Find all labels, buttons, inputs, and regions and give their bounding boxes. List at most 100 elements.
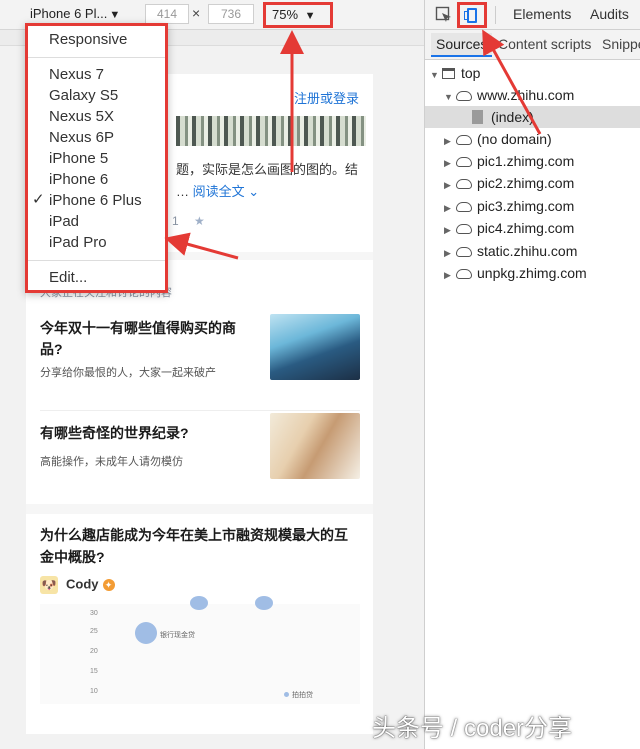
device-toolbar-toggle[interactable] xyxy=(457,2,487,28)
tab-elements[interactable]: Elements xyxy=(513,6,571,22)
chart-tick-label: 30 xyxy=(90,610,98,617)
expand-arrow-icon[interactable]: ▶ xyxy=(444,264,456,286)
tree-item-label: (no domain) xyxy=(477,131,552,147)
tab-audits[interactable]: Audits xyxy=(590,6,629,22)
width-input[interactable]: 414 xyxy=(145,4,189,24)
dropdown-item[interactable]: Nexus 7 xyxy=(49,64,104,85)
excerpt-line: 题，实际是怎么画图的图的。结 xyxy=(176,162,359,177)
chart-tick-label: 10 xyxy=(90,688,98,695)
question-title: 有哪些奇怪的世界纪录? xyxy=(40,425,189,441)
cloud-icon xyxy=(456,157,472,167)
dropdown-item[interactable]: Nexus 6P xyxy=(49,127,114,148)
height-input[interactable]: 736 xyxy=(208,4,254,24)
chart-bubble xyxy=(190,596,208,610)
expand-arrow-icon[interactable]: ▶ xyxy=(444,242,456,264)
expand-arrow-icon[interactable]: ▶ xyxy=(444,219,456,241)
tab-sources[interactable]: Sources xyxy=(431,33,493,57)
expand-arrow-icon[interactable]: ▶ xyxy=(444,174,456,196)
dropdown-item[interactable]: Edit... xyxy=(49,267,87,288)
star-icon[interactable]: ★ xyxy=(194,214,205,228)
cloud-icon xyxy=(456,247,472,257)
zoom-label: 75% xyxy=(272,7,299,22)
article-title[interactable]: 为什么趣店能成为今年在美上市融资规模最大的互金中概股? xyxy=(40,524,360,568)
devtools-screenshot: iPhone 6 Pl... ▼ 414 × 736 75% ▼ 注册或登录 题，… xyxy=(0,0,640,749)
tab-snippets[interactable]: Snippe xyxy=(602,36,640,52)
expand-arrow-icon[interactable]: ▼ xyxy=(430,64,442,86)
question-title: 今年双十一有哪些值得购买的商品? xyxy=(40,320,236,357)
chart-bubble xyxy=(135,622,157,644)
login-link[interactable]: 注册或登录 xyxy=(294,88,359,107)
question-subtitle: 高能操作，未成年人请勿模仿 xyxy=(40,456,183,468)
cloud-icon xyxy=(456,202,472,212)
sources-subtabs: Sources Content scripts Snippe xyxy=(425,30,640,60)
dropdown-item[interactable]: iPad Pro xyxy=(49,232,107,253)
chart-bubble xyxy=(284,692,289,697)
read-more-link[interactable]: 阅读全文 ⌄ xyxy=(193,184,260,199)
excerpt: 题，实际是怎么画图的图的。结 … 阅读全文 ⌄ xyxy=(176,159,366,203)
dropdown-item[interactable]: Responsive xyxy=(49,29,127,50)
tree-item-label: www.zhihu.com xyxy=(477,87,575,103)
dropdown-item[interactable]: iPhone 5 xyxy=(49,148,108,169)
avatar: 🐶 xyxy=(40,576,58,594)
author-name: Cody xyxy=(66,576,99,592)
expand-arrow-icon[interactable]: ▼ xyxy=(444,86,456,108)
phone-icon xyxy=(467,8,477,23)
device-select-label: iPhone 6 Pl... xyxy=(30,6,108,21)
watermark: 头条号 / coder分享 xyxy=(372,715,573,742)
list-item[interactable]: 有哪些奇怪的世界纪录? 高能操作，未成年人请勿模仿 xyxy=(40,410,360,496)
check-icon: ✓ xyxy=(32,191,45,208)
article-card[interactable]: 为什么趣店能成为今年在美上市融资规模最大的互金中概股? 🐶 Cody ✦ 30 25… xyxy=(26,514,373,734)
chart-tick-label: 20 xyxy=(90,648,98,655)
dropdown-separator xyxy=(28,260,165,261)
tree-item-domain[interactable]: ▶ pic4.zhimg.com xyxy=(425,217,574,239)
thumbnail-image xyxy=(270,314,360,380)
tree-item-domain[interactable]: ▼ www.zhihu.com xyxy=(425,84,574,106)
device-select[interactable]: iPhone 6 Pl... ▼ xyxy=(30,6,120,21)
dropdown-item[interactable]: Nexus 5X xyxy=(49,106,114,127)
question-subtitle: 分享给你最恨的人，大家一起来破产 xyxy=(40,367,216,379)
banner-image xyxy=(176,116,366,146)
chart-tick-label: 15 xyxy=(90,668,98,675)
author-row[interactable]: 🐶 Cody ✦ xyxy=(40,576,115,594)
tree-item-label: pic4.zhimg.com xyxy=(477,220,575,236)
expand-arrow-icon[interactable]: ▶ xyxy=(444,197,456,219)
tab-content-scripts[interactable]: Content scripts xyxy=(498,36,591,52)
tree-item-domain[interactable]: ▶ pic2.zhimg.com xyxy=(425,172,574,194)
hot-list-card: 大家正在关注和讨论的内容 今年双十一有哪些值得购买的商品? 分享给你最恨的人，大… xyxy=(26,260,373,504)
expand-arrow-icon[interactable]: ▶ xyxy=(444,130,456,152)
tree-item-label: (index) xyxy=(491,109,534,125)
toolbar-divider xyxy=(495,6,496,24)
tree-item-domain[interactable]: ▶ (no domain) xyxy=(425,128,552,150)
tree-item-domain[interactable]: ▶ unpkg.zhimg.com xyxy=(425,262,587,284)
devtools-tabbar: Elements Audits xyxy=(425,0,640,30)
bubble-label: 银行现金贷 xyxy=(160,632,195,639)
tree-item-label: unpkg.zhimg.com xyxy=(477,265,587,281)
tree-item-domain[interactable]: ▶ static.zhihu.com xyxy=(425,240,577,262)
dropdown-item-selected[interactable]: iPhone 6 Plus xyxy=(49,190,142,211)
thumbnail-image xyxy=(270,413,360,479)
article-chart-image: 30 25 20 15 10 银行现金贷 拍拍贷 xyxy=(40,596,360,704)
dropdown-item[interactable]: iPhone 6 xyxy=(49,169,108,190)
cloud-icon xyxy=(456,91,472,101)
list-item[interactable]: 今年双十一有哪些值得购买的商品? 分享给你最恨的人，大家一起来破产 xyxy=(40,312,360,398)
tree-item-domain[interactable]: ▶ pic1.zhimg.com xyxy=(425,150,574,172)
tree-item-file-selected[interactable]: (index) xyxy=(425,106,640,128)
cloud-icon xyxy=(456,179,472,189)
tree-item-top[interactable]: ▼ top xyxy=(425,62,480,84)
zoom-select[interactable]: 75% ▼ xyxy=(263,2,333,28)
device-dropdown: Responsive Nexus 7 Galaxy S5 Nexus 5X Ne… xyxy=(25,23,168,293)
frame-icon xyxy=(442,68,455,79)
tree-item-domain[interactable]: ▶ pic3.zhimg.com xyxy=(425,195,574,217)
cloud-icon xyxy=(456,135,472,145)
tree-item-label: top xyxy=(461,65,481,81)
expand-arrow-icon[interactable]: ▶ xyxy=(444,152,456,174)
cloud-icon xyxy=(456,269,472,279)
chart-tick-label: 25 xyxy=(90,628,98,635)
tree-item-label: pic1.zhimg.com xyxy=(477,153,575,169)
dimension-separator: × xyxy=(192,5,201,21)
inspect-element-icon[interactable] xyxy=(435,6,453,24)
vote-count: 1 xyxy=(172,214,179,228)
ellipsis: … xyxy=(176,184,189,199)
dropdown-item[interactable]: Galaxy S5 xyxy=(49,85,118,106)
dropdown-item[interactable]: iPad xyxy=(49,211,79,232)
